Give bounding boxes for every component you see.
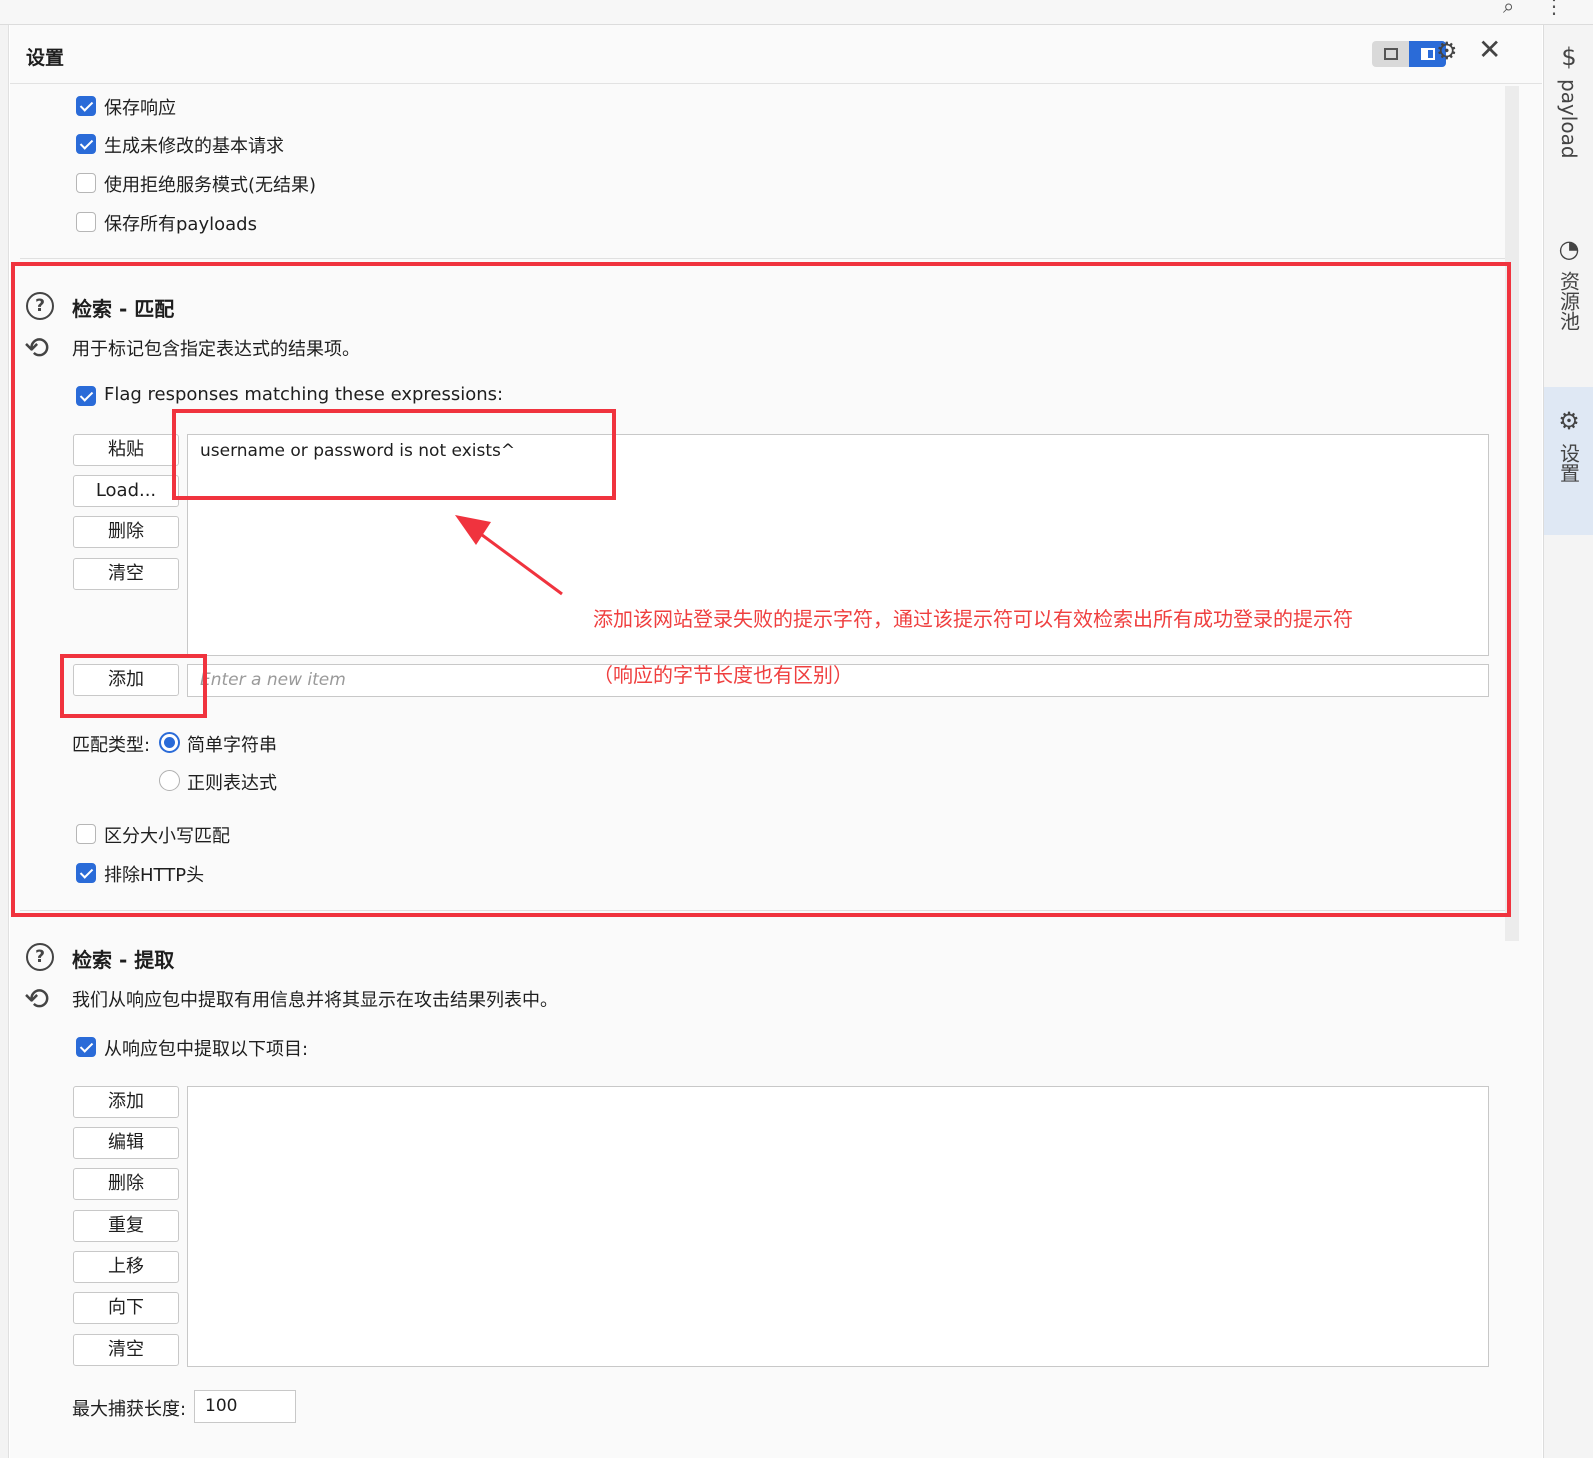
panel-header: 设置 ⚙ ✕ xyxy=(10,25,1542,84)
save-responses-checkbox[interactable] xyxy=(76,96,96,116)
layout-horizontal-button[interactable] xyxy=(1372,41,1409,67)
annotation-text-line1: 添加该网站登录失败的提示字符，通过该提示符可以有效检索出所有成功登录的提示符 xyxy=(593,607,1353,631)
dos-mode-checkbox[interactable] xyxy=(76,173,96,193)
help-icon[interactable]: ? xyxy=(26,292,54,320)
generate-base-request-label: 生成未修改的基本请求 xyxy=(104,136,284,157)
scrollbar[interactable] xyxy=(1505,86,1519,941)
case-sensitive-label: 区分大小写匹配 xyxy=(104,826,230,847)
paste-button[interactable]: 粘贴 xyxy=(73,434,179,466)
tab-settings[interactable]: ⚙ 设置 xyxy=(1544,387,1593,535)
dollar-icon: $ xyxy=(1561,43,1577,71)
match-type-label: 匹配类型: xyxy=(72,735,151,756)
settings-panel: 设置 ⚙ ✕ 保存响应 生成未修改的基本请求 使用拒绝服务模式(无结果) 保存所… xyxy=(10,25,1542,1458)
tab-resource-pool[interactable]: ◔ 资源池 xyxy=(1544,235,1593,375)
regex-label: 正则表达式 xyxy=(187,773,277,794)
simple-string-label: 简单字符串 xyxy=(187,735,277,756)
remove-button[interactable]: 删除 xyxy=(73,516,179,548)
exclude-http-headers-checkbox[interactable] xyxy=(76,863,96,883)
tab-resource-pool-label: 资源池 xyxy=(1556,271,1581,331)
tab-settings-label: 设置 xyxy=(1556,443,1581,483)
max-capture-input[interactable]: 100 xyxy=(194,1390,296,1423)
grep-extract-description: 我们从响应包中提取有用信息并将其显示在攻击结果列表中。 xyxy=(72,990,558,1011)
flag-responses-label: Flag responses matching these expression… xyxy=(104,384,504,405)
right-sidebar: $ payload ◔ 资源池 ⚙ 设置 xyxy=(1543,25,1593,1458)
dos-mode-label: 使用拒绝服务模式(无结果) xyxy=(104,175,317,196)
list-item[interactable]: username or password is not exists^ xyxy=(200,441,515,461)
annotation-text-line2: （响应的字节长度也有区别） xyxy=(593,663,853,687)
extract-items-checkbox[interactable] xyxy=(76,1037,96,1057)
section-divider xyxy=(20,910,1510,911)
grep-extract-title: 检索 - 提取 xyxy=(72,948,175,972)
store-payloads-label: 保存所有payloads xyxy=(104,214,257,235)
extract-items-list[interactable] xyxy=(187,1086,1489,1367)
generate-base-request-checkbox[interactable] xyxy=(76,134,96,154)
regex-radio[interactable] xyxy=(159,770,180,791)
grep-match-title: 检索 - 匹配 xyxy=(72,297,175,321)
case-sensitive-checkbox[interactable] xyxy=(76,824,96,844)
window-top-strip: ⌕ ⋮ xyxy=(0,0,1593,25)
grep-match-description: 用于标记包含指定表达式的结果项。 xyxy=(72,339,360,360)
extract-edit-button[interactable]: 编辑 xyxy=(73,1127,179,1159)
tab-payload[interactable]: $ payload xyxy=(1544,43,1593,213)
gear-icon: ⚙ xyxy=(1558,407,1580,435)
extract-remove-button[interactable]: 删除 xyxy=(73,1168,179,1200)
pie-chart-icon: ◔ xyxy=(1558,235,1580,263)
close-icon[interactable]: ✕ xyxy=(1478,36,1501,64)
reset-icon[interactable]: ⟲ xyxy=(24,334,49,364)
load-button[interactable]: Load... xyxy=(73,475,179,507)
store-payloads-checkbox[interactable] xyxy=(76,212,96,232)
extract-add-button[interactable]: 添加 xyxy=(73,1086,179,1118)
more-options-icon[interactable]: ⋮ xyxy=(1544,0,1564,18)
left-gutter xyxy=(0,25,9,1458)
section-divider xyxy=(20,258,1510,259)
tab-payload-label: payload xyxy=(1557,79,1581,159)
exclude-http-headers-label: 排除HTTP头 xyxy=(104,865,205,886)
extract-up-button[interactable]: 上移 xyxy=(73,1251,179,1283)
extract-clear-button[interactable]: 清空 xyxy=(73,1334,179,1366)
help-icon[interactable]: ? xyxy=(26,943,54,971)
reset-icon[interactable]: ⟲ xyxy=(24,985,49,1015)
gear-icon[interactable]: ⚙ xyxy=(1436,39,1458,63)
flag-responses-checkbox[interactable] xyxy=(76,386,96,406)
add-button[interactable]: 添加 xyxy=(73,664,179,696)
simple-string-radio[interactable] xyxy=(159,732,180,753)
extract-items-label: 从响应包中提取以下项目: xyxy=(104,1039,309,1060)
clear-button[interactable]: 清空 xyxy=(73,558,179,590)
extract-down-button[interactable]: 向下 xyxy=(73,1292,179,1324)
page-title: 设置 xyxy=(26,47,65,69)
extract-duplicate-button[interactable]: 重复 xyxy=(73,1210,179,1242)
max-capture-label: 最大捕获长度: xyxy=(72,1399,187,1420)
save-responses-label: 保存响应 xyxy=(104,98,176,119)
layout-toggle[interactable] xyxy=(1372,41,1446,67)
search-icon[interactable]: ⌕ xyxy=(1503,0,1514,18)
